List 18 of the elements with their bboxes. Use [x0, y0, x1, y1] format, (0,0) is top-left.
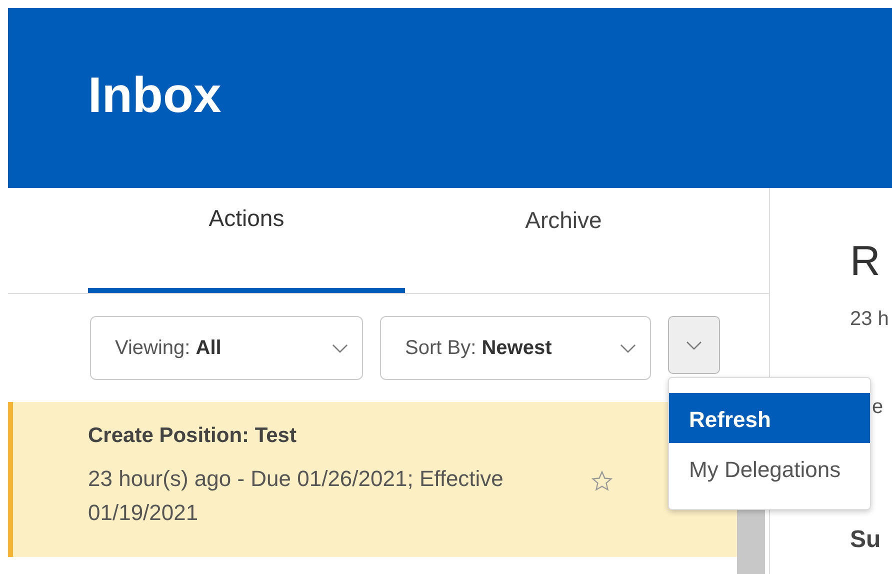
- chevron-down-icon: [332, 344, 348, 352]
- star-icon[interactable]: [591, 470, 613, 492]
- menu-item[interactable]: My Delegations: [669, 443, 870, 493]
- item-subtitle: 23 hour(s) ago - Due 01/26/2021; Effective 01/19/2021: [88, 464, 504, 526]
- tab[interactable]: Actions: [88, 188, 405, 293]
- detail-text: e: [872, 395, 884, 420]
- detail-title: R: [850, 240, 882, 282]
- filter-dropdown[interactable]: Viewing: All: [90, 316, 363, 380]
- more-options-button[interactable]: [668, 316, 720, 374]
- page-title: Inbox: [88, 66, 222, 125]
- detail-meta: 23 h: [850, 307, 890, 332]
- filter-dropdown[interactable]: Sort By: Newest: [380, 316, 651, 380]
- item-title: Create Position: Test: [88, 423, 298, 449]
- menu-item[interactable]: Refresh: [669, 393, 870, 443]
- chevron-down-icon: [686, 340, 702, 350]
- tab[interactable]: Archive: [405, 188, 722, 293]
- section-heading: Su: [850, 525, 882, 555]
- chevron-down-icon: [620, 344, 636, 352]
